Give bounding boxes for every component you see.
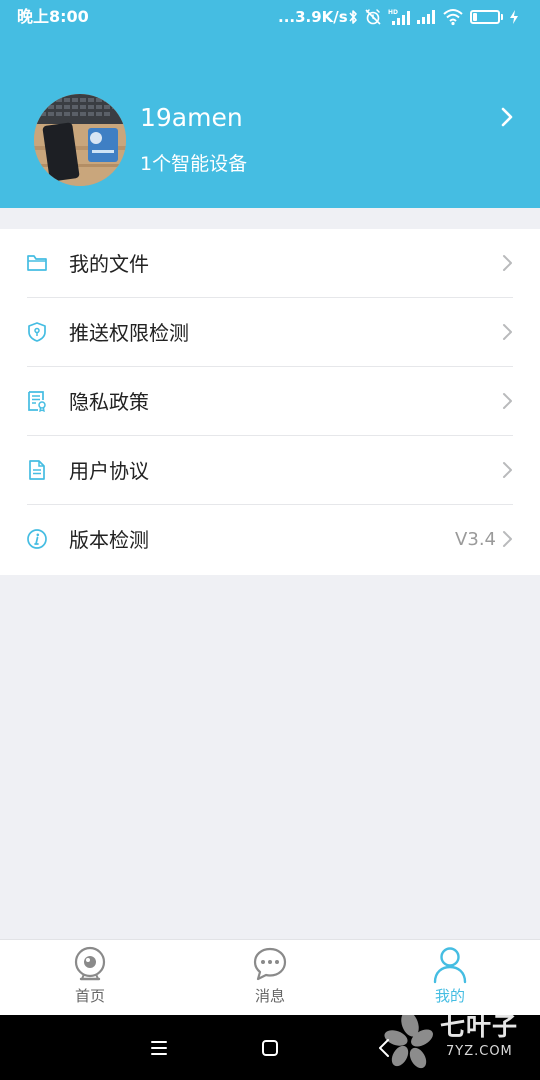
battery-nub xyxy=(501,14,503,20)
watermark-domain: 7YZ.COM xyxy=(446,1044,513,1059)
menu-item-my-files[interactable]: 我的文件 xyxy=(0,229,540,298)
tab-label: 消息 xyxy=(254,987,285,1005)
chevron-right-icon xyxy=(500,391,514,411)
tab-label: 首页 xyxy=(74,987,105,1005)
info-icon xyxy=(26,528,48,550)
tab-label: 我的 xyxy=(434,987,465,1005)
menu-item-user-agreement[interactable]: 用户协议 xyxy=(0,436,540,505)
device-count: 1个智能设备 xyxy=(140,153,248,175)
menu-item-push-permission[interactable]: 推送权限检测 xyxy=(0,298,540,367)
chevron-right-icon[interactable] xyxy=(496,105,518,129)
status-time: 晚上8:00 xyxy=(17,7,89,26)
message-icon xyxy=(252,946,288,984)
svg-text:HD: HD xyxy=(388,9,398,16)
menu-item-version-check[interactable]: 版本检测 V3.4 xyxy=(0,505,540,574)
tab-home[interactable]: 首页 xyxy=(0,940,180,1016)
home-icon[interactable] xyxy=(257,1035,283,1061)
battery-icon: 19 xyxy=(470,10,500,24)
menu-item-privacy-policy[interactable]: 隐私政策 xyxy=(0,367,540,436)
person-icon xyxy=(432,946,468,984)
menu-item-label: 用户协议 xyxy=(69,459,149,483)
tab-messages[interactable]: 消息 xyxy=(180,940,360,1016)
bluetooth-icon xyxy=(348,9,358,25)
menu-item-label: 版本检测 xyxy=(69,528,149,552)
menu-list: 我的文件 推送权限检测 隐私政策 用户协议 版本检测 V3.4 xyxy=(0,229,540,575)
shield-icon xyxy=(26,321,48,343)
chevron-right-icon xyxy=(500,529,514,549)
alarm-off-icon xyxy=(364,8,382,26)
certificate-icon xyxy=(26,390,48,413)
document-icon xyxy=(26,459,48,481)
chevron-right-icon xyxy=(500,322,514,342)
status-icons: HD 19 xyxy=(348,5,519,29)
hd-signal-icon: HD xyxy=(388,8,410,26)
network-speed: ...3.9K/s xyxy=(278,8,348,26)
folder-icon xyxy=(26,252,48,274)
signal-icon xyxy=(416,9,436,25)
battery-level: 19 xyxy=(478,11,492,22)
menu-item-label: 隐私政策 xyxy=(69,390,149,414)
battery-fill xyxy=(473,13,478,21)
menu-icon[interactable] xyxy=(146,1035,172,1061)
status-bar: 晚上8:00 ...3.9K/s HD 19 xyxy=(0,0,540,36)
chevron-right-icon xyxy=(500,460,514,480)
watermark-brand: 七叶子 xyxy=(440,1012,519,1041)
watermark: 七叶子 7YZ.COM xyxy=(384,1004,534,1076)
chevron-right-icon xyxy=(500,253,514,273)
username: 19amen xyxy=(140,103,243,132)
camera-icon xyxy=(72,946,108,984)
version-value: V3.4 xyxy=(455,529,496,550)
menu-item-label: 推送权限检测 xyxy=(69,321,189,345)
watermark-logo-icon xyxy=(384,1011,433,1069)
profile-header[interactable]: 19amen 1个智能设备 xyxy=(0,36,540,208)
charging-icon xyxy=(509,9,519,25)
avatar[interactable] xyxy=(34,94,126,186)
menu-item-label: 我的文件 xyxy=(69,252,149,276)
wifi-icon xyxy=(442,8,464,26)
